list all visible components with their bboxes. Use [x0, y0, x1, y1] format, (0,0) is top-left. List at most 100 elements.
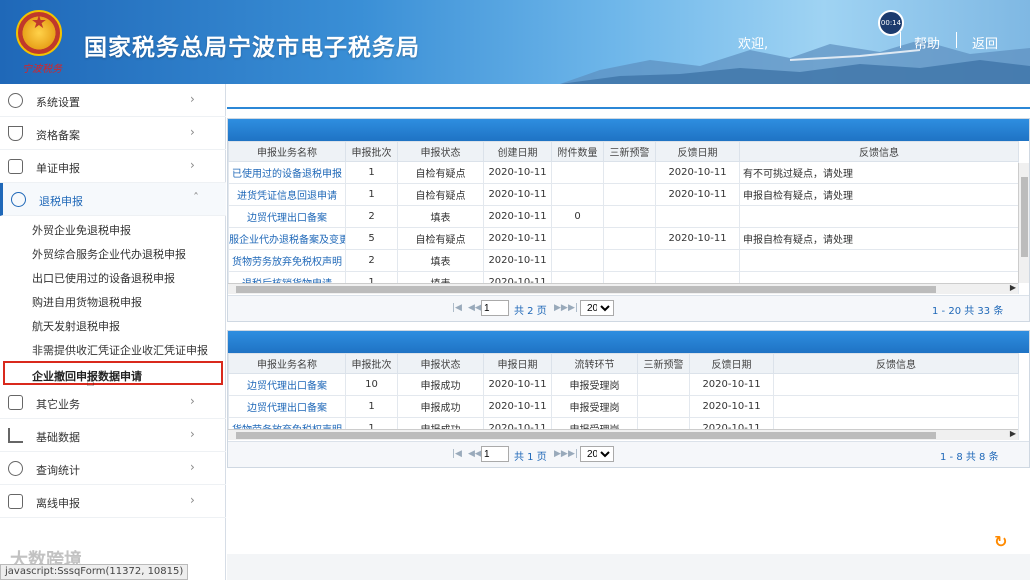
column-header: 反馈信息 [739, 141, 1019, 162]
back-link[interactable]: 返回 [972, 33, 998, 52]
horizontal-scrollbar[interactable]: ▶ [228, 283, 1018, 294]
column-header: 三新预警 [603, 141, 656, 162]
declaration-name-link[interactable]: 已使用过的设备退税申报 [228, 161, 346, 184]
chevron-right-icon: › [190, 92, 195, 106]
submenu-item[interactable]: 购进自用货物退税申报 [0, 289, 226, 313]
table-cell: 5 [345, 227, 398, 250]
column-header: 申报日期 [483, 353, 552, 374]
table-cell [603, 183, 656, 206]
table-row[interactable]: 边贸代理出口备案 1 申报成功 2020-10-11 申报受理岗 2020-10-11 [228, 395, 1019, 418]
first-page-icon[interactable]: |◀ [452, 449, 462, 459]
sidebar-item-label: 退税申报 [39, 195, 83, 208]
horizontal-scrollbar[interactable]: ▶ [228, 429, 1018, 440]
declaration-name-link[interactable]: 服企业代办退税备案及变更 [228, 227, 346, 250]
table-cell [551, 249, 604, 272]
declaration-name-link[interactable]: 边贸代理出口备案 [228, 205, 346, 228]
table-row[interactable]: 已使用过的设备退税申报 1 自检有疑点 2020-10-11 2020-10-11 有不可… [228, 161, 1019, 184]
welcome-text: 欢迎, [738, 37, 769, 52]
prev-page-icon[interactable]: ◀◀ [468, 303, 482, 313]
page-size-select[interactable]: 20 [580, 446, 614, 462]
column-header: 反馈日期 [689, 353, 774, 374]
table-cell [603, 205, 656, 228]
sidebar: 系统设置 › 资格备案 › 单证申报 › 退税申报 ˆ 外贸企业免退税申报 外贸… [0, 84, 226, 580]
declaration-name-link[interactable]: 进货凭证信息回退申请 [228, 183, 346, 206]
table-cell [739, 205, 1019, 228]
table-cell [773, 395, 1019, 418]
chevron-up-icon: ˆ [193, 191, 199, 205]
submenu-item[interactable]: 外贸综合服务企业代办退税申报 [0, 241, 226, 265]
chevron-right-icon: › [190, 158, 195, 172]
table-cell [637, 373, 690, 396]
table-row[interactable]: 进货凭证信息回退申请 1 自检有疑点 2020-10-11 2020-10-11 申报自检… [228, 183, 1019, 206]
submenu-item[interactable]: 出口已使用过的设备退税申报 [0, 265, 226, 289]
pagination: |◀ ◀◀ 共 1 页 ▶▶ ▶| 20 1 - 8 共 8 条 [228, 441, 1029, 467]
chevron-right-icon: › [190, 427, 195, 441]
sidebar-item-label: 其它业务 [36, 398, 80, 411]
main-content: 申报业务名称 申报批次 申报状态 创建日期 附件数量 三新预警 反馈日期 反馈信息 已使用过的… [227, 84, 1030, 580]
table-cell: 申报自检有疑点，请处理 [739, 227, 1019, 250]
page-number-input[interactable] [481, 446, 509, 462]
total-pages: 共 1 页 [514, 452, 547, 463]
next-page-icon[interactable]: ▶▶ [554, 449, 568, 459]
table-row[interactable]: 货物劳务放弃免税权声明 2 填表 2020-10-11 [228, 249, 1019, 272]
first-page-icon[interactable]: |◀ [452, 303, 462, 313]
table-row[interactable]: 服企业代办退税备案及变更 5 自检有疑点 2020-10-11 2020-10-11 申报… [228, 227, 1019, 250]
bar-chart-icon [8, 428, 23, 443]
page-number-input[interactable] [481, 300, 509, 316]
chevron-right-icon: › [190, 460, 195, 474]
pending-declarations-panel: 申报业务名称 申报批次 申报状态 创建日期 附件数量 三新预警 反馈日期 反馈信息 已使用过的… [227, 118, 1030, 322]
column-header: 申报业务名称 [228, 353, 346, 374]
submenu-item-withdraw-request[interactable]: 企业撤回申报数据申请 [3, 361, 223, 385]
pagination: |◀ ◀◀ 共 2 页 ▶▶ ▶| 20 1 - 20 共 33 条 [228, 295, 1029, 321]
table-cell: 1 [345, 183, 398, 206]
sidebar-item-query-stats[interactable]: 查询统计 › [0, 452, 226, 485]
sidebar-item-refund-declaration[interactable]: 退税申报 ˆ [0, 183, 226, 216]
table-cell [655, 205, 740, 228]
sidebar-item-basic-data[interactable]: 基础数据 › [0, 419, 226, 452]
column-header: 附件数量 [551, 141, 604, 162]
table-cell: 2020-10-11 [655, 183, 740, 206]
last-page-icon[interactable]: ▶| [568, 449, 578, 459]
document-check-icon [8, 159, 23, 174]
sidebar-item-qualification[interactable]: 资格备案 › [0, 117, 226, 150]
calendar-icon [8, 395, 23, 410]
help-link[interactable]: 帮助 [914, 33, 940, 52]
shield-check-icon [8, 126, 23, 141]
column-header: 反馈日期 [655, 141, 740, 162]
refresh-icon[interactable]: ↻ [994, 532, 1007, 551]
submenu-item[interactable]: 外贸企业免退税申报 [0, 217, 226, 241]
table-cell: 自检有疑点 [397, 183, 484, 206]
prev-page-icon[interactable]: ◀◀ [468, 449, 482, 459]
sidebar-item-other-business[interactable]: 其它业务 › [0, 386, 226, 419]
nav-divider [956, 32, 957, 48]
table-row[interactable]: 边贸代理出口备案 10 申报成功 2020-10-11 申报受理岗 2020-10-11 [228, 373, 1019, 396]
vertical-scrollbar[interactable] [1018, 163, 1029, 283]
sidebar-item-system-settings[interactable]: 系统设置 › [0, 84, 226, 117]
sidebar-item-document-declaration[interactable]: 单证申报 › [0, 150, 226, 183]
table-cell: 申报受理岗 [551, 395, 638, 418]
table-cell [637, 395, 690, 418]
table-cell: 2 [345, 249, 398, 272]
last-page-icon[interactable]: ▶| [568, 303, 578, 313]
table-cell [551, 183, 604, 206]
sidebar-item-label: 查询统计 [36, 464, 80, 477]
declaration-name-link[interactable]: 货物劳务放弃免税权声明 [228, 249, 346, 272]
search-icon [8, 461, 23, 476]
table-row[interactable]: 边贸代理出口备案 2 填表 2020-10-11 0 [228, 205, 1019, 228]
chevron-right-icon: › [190, 493, 195, 507]
table-cell [603, 161, 656, 184]
table-cell [655, 249, 740, 272]
page-size-select[interactable]: 20 [580, 300, 614, 316]
sidebar-item-label: 基础数据 [36, 431, 80, 444]
declaration-name-link[interactable]: 边贸代理出口备案 [228, 373, 346, 396]
page-title: 国家税务总局宁波市电子税务局 [84, 35, 420, 61]
declaration-name-link[interactable]: 边贸代理出口备案 [228, 395, 346, 418]
seal-logo: 宁波税务 [22, 64, 62, 75]
submenu-item[interactable]: 航天发射退税申报 [0, 313, 226, 337]
status-bar-url: javascript:SssqForm(11372, 10815) [0, 564, 189, 580]
submenu-item[interactable]: 非需提供收汇凭证企业收汇凭证申报 [0, 337, 226, 361]
sidebar-item-offline-declaration[interactable]: 离线申报 › [0, 485, 226, 518]
column-header: 申报状态 [397, 353, 484, 374]
next-page-icon[interactable]: ▶▶ [554, 303, 568, 313]
table-cell [603, 249, 656, 272]
